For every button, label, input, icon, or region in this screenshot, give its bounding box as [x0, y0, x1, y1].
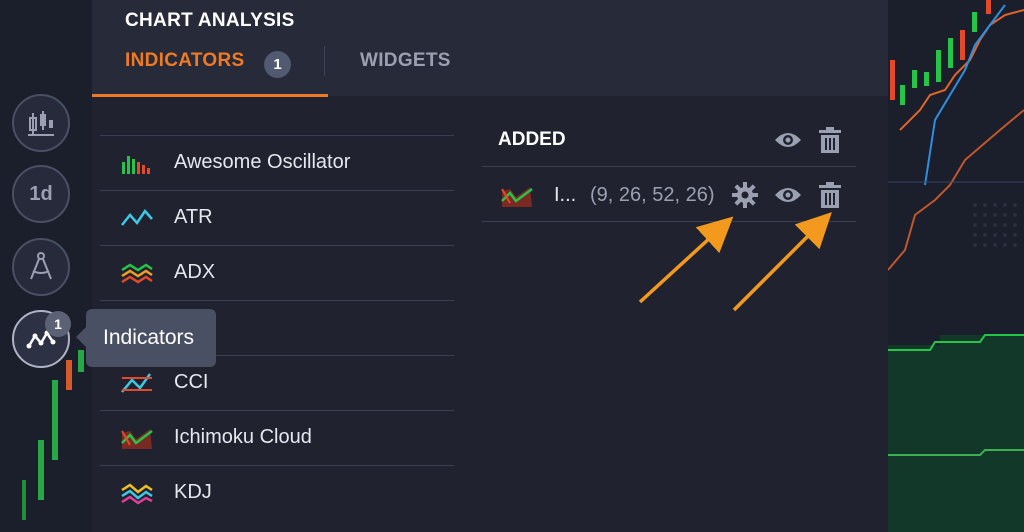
- list-item-label: KDJ: [174, 481, 212, 503]
- tab-indicators-badge: 1: [264, 51, 291, 78]
- gear-icon: [732, 182, 758, 208]
- panel-title: CHART ANALYSIS: [125, 10, 295, 31]
- atr-icon: [121, 208, 153, 226]
- candlestick-icon: [28, 111, 54, 136]
- tab-widgets[interactable]: WIDGETS: [360, 50, 451, 72]
- tab-indicators[interactable]: INDICATORS: [125, 50, 244, 72]
- indicators-count-badge: 1: [45, 311, 71, 337]
- tab-divider: [324, 46, 325, 76]
- indicator-delete-button[interactable]: [815, 180, 845, 210]
- chart-type-button[interactable]: [12, 94, 70, 152]
- compass-icon: [30, 252, 52, 280]
- list-item-label: ADX: [174, 261, 216, 283]
- panel-header: CHART ANALYSIS INDICATORS 1 WIDGETS: [92, 0, 888, 97]
- list-item-atr[interactable]: ATR: [100, 190, 454, 245]
- awesome-oscillator-icon: [122, 156, 150, 174]
- indicator-visibility-button[interactable]: [773, 180, 803, 210]
- list-item-ichimoku-cloud[interactable]: Ichimoku Cloud: [100, 410, 454, 465]
- added-indicator-params: (9, 26, 52, 26): [590, 184, 715, 206]
- timeframe-button[interactable]: 1d: [12, 165, 70, 223]
- ichimoku-cloud-icon: [121, 429, 153, 449]
- list-item-label: Awesome Oscillator: [174, 151, 351, 173]
- added-row-divider: [482, 221, 856, 222]
- indicator-settings-button[interactable]: [730, 180, 760, 210]
- list-item-label: CCI: [174, 371, 209, 393]
- trash-icon: [819, 182, 841, 208]
- eye-icon: [775, 188, 801, 202]
- list-item-label: Ichimoku Cloud: [174, 426, 312, 448]
- list-item-label: ATR: [174, 206, 213, 228]
- added-indicator-name: I...: [554, 184, 577, 206]
- show-all-button[interactable]: [773, 125, 803, 155]
- ichimoku-cloud-icon: [501, 187, 533, 207]
- left-toolbar: 1d 1: [0, 0, 92, 532]
- chart-analysis-panel: CHART ANALYSIS INDICATORS 1 WIDGETS Awes…: [92, 0, 888, 532]
- drawing-tools-button[interactable]: [12, 238, 70, 296]
- list-item-kdj[interactable]: KDJ: [100, 465, 454, 520]
- added-divider: [482, 166, 856, 167]
- kdj-icon: [121, 483, 153, 505]
- list-item-adx[interactable]: ADX: [100, 245, 454, 300]
- list-item-awesome-oscillator[interactable]: Awesome Oscillator: [100, 135, 454, 190]
- eye-icon: [775, 133, 801, 147]
- delete-all-button[interactable]: [815, 125, 845, 155]
- added-section-title: ADDED: [498, 129, 566, 150]
- active-tab-underline: [92, 94, 328, 97]
- adx-icon: [121, 263, 153, 284]
- tooltip-text: Indicators: [103, 326, 195, 349]
- timeframe-label: 1d: [29, 182, 53, 205]
- cci-icon: [121, 373, 152, 393]
- trash-icon: [819, 127, 841, 153]
